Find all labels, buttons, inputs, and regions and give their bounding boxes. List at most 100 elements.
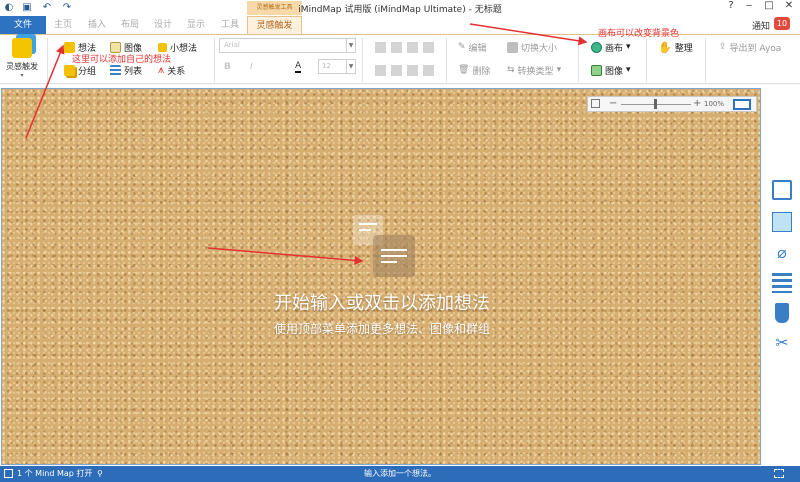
edit-label: 编辑 (468, 43, 487, 54)
shape-style-3[interactable] (407, 42, 418, 53)
edit-button[interactable]: ✎ 编辑 (458, 40, 487, 54)
font-size-select[interactable]: 12 ▼ (318, 59, 356, 74)
tidy-button[interactable]: ✋ 整理 (658, 40, 693, 54)
zoom-in-button[interactable]: + (693, 98, 701, 109)
shape-style-5[interactable] (375, 65, 386, 76)
picture-icon (591, 64, 602, 76)
brainstorm-canvas[interactable]: − + 100% 开始输入或双击以添加想法 使用顶部菜单添加更多想法、图像和群组 (1, 88, 761, 465)
fullscreen-icon[interactable] (774, 469, 784, 478)
picture-icon[interactable] (772, 212, 792, 232)
divider (705, 38, 706, 82)
pencil-icon: ✎ (458, 42, 466, 52)
toggle-size-label: 切换大小 (521, 43, 558, 54)
chevron-down-icon: ▾ (556, 65, 562, 75)
tag-icon[interactable] (775, 303, 789, 323)
canvas-icon (591, 41, 602, 53)
chevron-down-icon[interactable]: ▼ (346, 60, 355, 73)
notify-badge[interactable]: 10 (774, 17, 790, 30)
ribbon-tabs: 文件 主页 插入 布局 设计 显示 工具 灵感触发 通知 10 (0, 16, 800, 34)
shape-style-1[interactable] (375, 42, 386, 53)
group-icon (64, 64, 75, 76)
delete-label: 删除 (472, 66, 491, 77)
export-ayoa-button[interactable]: ⇪ 导出到 Ayoa (719, 40, 781, 54)
list-icon (110, 64, 121, 76)
convert-type-label: 转换类型 (517, 66, 554, 77)
tab-tools[interactable]: 工具 (217, 16, 243, 34)
small-idea-icon (158, 42, 167, 52)
canvas-hint-subtitle: 使用顶部菜单添加更多想法、图像和群组 (273, 322, 490, 336)
task-list-icon[interactable] (772, 273, 792, 293)
annotation-change-bg: 画布可以改变背景色 (598, 29, 680, 39)
tab-file[interactable]: 文件 (0, 16, 46, 34)
italic-button[interactable]: I (250, 62, 253, 72)
tidy-label: 整理 (674, 43, 693, 54)
fit-icon[interactable] (591, 99, 600, 108)
chevron-down-icon[interactable]: ▼ (346, 39, 355, 52)
relation-button[interactable]: ⩚ 关系 (158, 63, 185, 77)
small-idea-label: 小想法 (170, 43, 198, 54)
tab-view[interactable]: 显示 (183, 16, 209, 34)
group-button[interactable]: 分组 (64, 63, 96, 77)
layout-toggle-icon[interactable] (733, 99, 751, 110)
shape-style-4[interactable] (423, 42, 434, 53)
font-size-value: 12 (322, 62, 331, 70)
canvas-image-label: 图像 (605, 66, 624, 77)
divider (47, 38, 48, 82)
minimize-button[interactable]: ‒ (740, 0, 758, 11)
shape-style-7[interactable] (407, 65, 418, 76)
chevron-down-icon: ▾ (20, 72, 24, 79)
tab-insert[interactable]: 插入 (84, 16, 110, 34)
zoom-out-button[interactable]: − (609, 98, 617, 109)
status-message: 输入添加一个想法。 (364, 469, 436, 478)
toggle-size-button[interactable]: 切换大小 (507, 40, 557, 54)
tab-brainstorm[interactable]: 灵感触发 (247, 16, 302, 34)
zoom-level: 100% (704, 100, 725, 108)
notes-icon[interactable] (772, 180, 792, 200)
export-label: 导出到 Ayoa (729, 43, 782, 54)
zoom-slider-handle[interactable] (654, 99, 657, 109)
canvas-label: 画布 (605, 43, 624, 54)
canvas-image-button[interactable]: 图像 ▾ (591, 63, 631, 77)
zoom-bar: − + 100% (587, 96, 757, 112)
text-color-button[interactable]: A (295, 61, 302, 73)
brainstorm-icon (12, 38, 32, 58)
paint-icon[interactable]: ✂ (772, 333, 792, 353)
trash-icon: 🗑 (458, 65, 470, 75)
canvas-hint-title: 开始输入或双击以添加想法 (274, 293, 490, 314)
idea-icon (64, 41, 75, 53)
shape-style-2[interactable] (391, 42, 402, 53)
tab-design[interactable]: 设计 (150, 16, 176, 34)
font-family-select[interactable]: Arial ▼ (219, 38, 356, 53)
help-button[interactable]: ? (722, 0, 740, 11)
divider (362, 38, 363, 82)
title-bar: ◐ ▣ ↶ ↷ 灵感触发工具 iMindMap 试用版 (iMindMap Ul… (0, 0, 800, 16)
font-family-value: Arial (224, 41, 240, 49)
annotation-add-idea: 这里可以添加自己的想法 (72, 55, 172, 65)
image-icon (110, 41, 121, 53)
relation-label: 关系 (167, 66, 186, 77)
divider (578, 38, 579, 82)
tidy-icon: ✋ (658, 40, 672, 54)
brainstorm-button[interactable]: 灵感触发 ▾ (4, 38, 40, 82)
list-label: 列表 (124, 66, 143, 77)
group-label: 分组 (78, 66, 97, 77)
delete-button[interactable]: 🗑 删除 (458, 63, 490, 77)
shape-style-8[interactable] (423, 65, 434, 76)
canvas-button[interactable]: 画布 ▾ (591, 40, 631, 54)
maximize-button[interactable]: □ (760, 0, 778, 11)
brainstorm-label: 灵感触发 (6, 62, 38, 71)
export-icon: ⇪ (719, 42, 727, 52)
convert-type-button[interactable]: ⇆ 转换类型 ▾ (507, 63, 561, 77)
attachment-icon[interactable]: ⌀ (772, 243, 792, 263)
tab-home[interactable]: 主页 (50, 16, 76, 34)
notify-label[interactable]: 通知 (752, 19, 770, 32)
list-button[interactable]: 列表 (110, 63, 142, 77)
right-toolbar: ⌀ ✂ (763, 88, 800, 465)
divider (646, 38, 647, 82)
shape-style-6[interactable] (391, 65, 402, 76)
close-button[interactable]: ✕ (780, 0, 798, 11)
convert-icon: ⇆ (507, 65, 515, 75)
bold-button[interactable]: B (224, 62, 231, 72)
divider (214, 38, 215, 82)
tab-layout[interactable]: 布局 (117, 16, 143, 34)
